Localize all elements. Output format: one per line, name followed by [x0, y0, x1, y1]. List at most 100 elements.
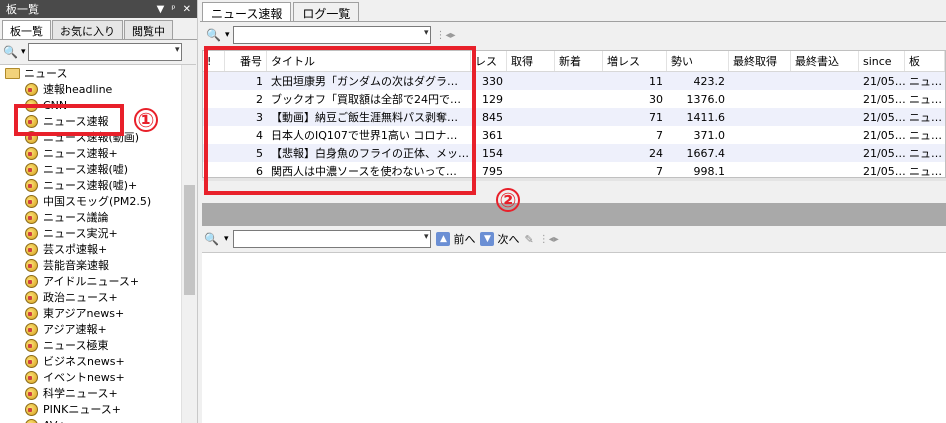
annotation-box-1 — [14, 104, 124, 136]
tree-board-item[interactable]: イベントnews+ — [0, 369, 196, 385]
tree-board-item[interactable]: 芸能音楽速報 — [0, 257, 196, 273]
thread-cell: 423.2 — [693, 74, 726, 88]
board-icon — [25, 226, 38, 240]
board-list-titlebar: 板一覧 ▼ ᵖ ✕ — [0, 0, 197, 18]
board-icon — [25, 146, 38, 160]
tree-board-label: 芸能音楽速報 — [43, 259, 109, 272]
tree-board-item[interactable]: 政治ニュース+ — [0, 289, 196, 305]
board-icon — [25, 418, 38, 423]
thread-cell: 129 — [482, 92, 503, 106]
board-icon — [25, 242, 38, 256]
thread-cell: 7 — [656, 164, 663, 178]
tree-board-label: 政治ニュース+ — [43, 291, 118, 304]
tree-board-item[interactable]: ニュース速報(嘘) — [0, 161, 196, 177]
search-icon[interactable]: 🔍 — [204, 232, 219, 246]
toolbar-grip-icon[interactable]: ⋮◂▸ — [539, 234, 559, 245]
chevron-down-icon[interactable]: ▾ — [424, 28, 429, 38]
thread-cell: 24 — [649, 146, 663, 160]
thread-cell: ニュ… — [909, 75, 942, 88]
tab-log-list[interactable]: ログ一覧 — [293, 2, 360, 21]
next-button[interactable]: ▼ 次へ — [480, 231, 519, 247]
tree-board-item[interactable]: 中国スモッグ(PM2.5) — [0, 193, 196, 209]
thread-search-bar: 🔍 ▾ ▾ ⋮◂▸ — [200, 22, 946, 48]
thread-cell: ニュ… — [909, 111, 942, 124]
pane-pin-icon[interactable]: ᵖ — [171, 4, 175, 15]
column-header[interactable]: 増レス — [603, 51, 667, 71]
search-dropdown-icon[interactable]: ▾ — [225, 30, 230, 40]
tree-board-label: 中国スモッグ(PM2.5) — [43, 195, 152, 208]
thread-cell: 361 — [482, 128, 503, 142]
board-icon — [25, 290, 38, 304]
tree-board-item[interactable]: アジア速報+ — [0, 321, 196, 337]
arrow-down-icon: ▼ — [480, 232, 495, 246]
column-header[interactable]: 最終書込 — [791, 51, 859, 71]
search-icon[interactable]: 🔍 — [3, 45, 18, 59]
pane-splitter[interactable] — [202, 203, 946, 226]
tree-board-item[interactable]: AV+ — [0, 417, 196, 423]
board-icon — [25, 354, 38, 368]
thread-cell: ニュ… — [909, 129, 942, 142]
tab-news-sokuhou[interactable]: ニュース速報 — [202, 2, 292, 21]
tab-browsing[interactable]: 閲覧中 — [124, 20, 173, 39]
tree-folder-news[interactable]: ニュース — [0, 65, 196, 81]
tree-board-item[interactable]: PINKニュース+ — [0, 401, 196, 417]
thread-cell: 1411.6 — [686, 110, 726, 124]
column-header[interactable]: レス — [471, 51, 507, 71]
pane-close-icon[interactable]: ✕ — [183, 4, 191, 15]
thread-cell: 21/05… — [863, 110, 905, 124]
tree-board-item[interactable]: 速報headline — [0, 81, 196, 97]
tree-scrollbar[interactable] — [181, 65, 196, 423]
thread-cell: 30 — [649, 92, 663, 106]
search-dropdown-icon[interactable]: ▾ — [224, 234, 229, 244]
board-icon — [25, 402, 38, 416]
tree-board-item[interactable]: 東アジアnews+ — [0, 305, 196, 321]
board-list-title: 板一覧 — [6, 3, 39, 16]
board-icon — [25, 162, 38, 176]
tree-board-item[interactable]: ニュース実況+ — [0, 225, 196, 241]
tree-board-item[interactable]: 科学ニュース+ — [0, 385, 196, 401]
tree-board-label: ニュース速報(嘘)+ — [43, 179, 138, 192]
thread-cell: 154 — [482, 146, 503, 160]
tree-board-item[interactable]: ニュース極東 — [0, 337, 196, 353]
tree-board-item[interactable]: アイドルニュース+ — [0, 273, 196, 289]
tab-board-list[interactable]: 板一覧 — [2, 20, 51, 39]
column-header[interactable]: 最終取得 — [729, 51, 791, 71]
column-header[interactable]: 板 — [905, 51, 945, 71]
tree-board-item[interactable]: ニュース速報(嘘)+ — [0, 177, 196, 193]
toolbar-grip-icon[interactable]: ⋮◂▸ — [435, 30, 455, 41]
column-header[interactable]: since — [859, 51, 905, 71]
tree-board-item[interactable]: ニュース議論 — [0, 209, 196, 225]
pane-menu-icon[interactable]: ▼ — [157, 4, 165, 15]
thread-cell: 21/05… — [863, 128, 905, 142]
folder-icon — [5, 67, 20, 79]
thread-view-search-input[interactable]: ▾ — [233, 230, 432, 248]
chevron-down-icon[interactable]: ▾ — [175, 45, 180, 55]
tree-board-item[interactable]: 芸スポ速報+ — [0, 241, 196, 257]
thread-cell: 371.0 — [693, 128, 726, 142]
arrow-up-icon: ▲ — [436, 232, 451, 246]
left-tab-bar: 板一覧 お気に入り 閲覧中 — [0, 18, 197, 40]
board-search-input[interactable]: ▾ — [28, 43, 183, 61]
thread-cell: 1376.0 — [686, 92, 726, 106]
column-header[interactable]: 取得 — [507, 51, 555, 71]
prev-button[interactable]: ▲ 前へ — [436, 231, 475, 247]
board-icon — [25, 274, 38, 288]
thread-search-input[interactable]: ▾ — [233, 26, 432, 44]
board-icon — [25, 258, 38, 272]
board-icon — [25, 370, 38, 384]
thread-cell: 21/05… — [863, 164, 905, 178]
thread-cell: 21/05… — [863, 146, 905, 160]
tab-favorites[interactable]: お気に入り — [52, 20, 123, 39]
tree-board-item[interactable]: ビジネスnews+ — [0, 353, 196, 369]
search-icon[interactable]: 🔍 — [206, 28, 221, 42]
thread-view-pane — [202, 252, 946, 423]
column-header[interactable]: 新着 — [555, 51, 603, 71]
thread-tab-bar: ニュース速報 ログ一覧 — [200, 0, 946, 22]
pen-icon[interactable]: ✎ — [524, 233, 533, 246]
search-dropdown-icon[interactable]: ▾ — [21, 47, 26, 57]
column-header[interactable]: 勢い — [667, 51, 729, 71]
chevron-down-icon[interactable]: ▾ — [424, 232, 429, 242]
tree-scroll-thumb[interactable] — [184, 185, 195, 295]
thread-cell: 1667.4 — [686, 146, 726, 160]
tree-board-item[interactable]: ニュース速報+ — [0, 145, 196, 161]
